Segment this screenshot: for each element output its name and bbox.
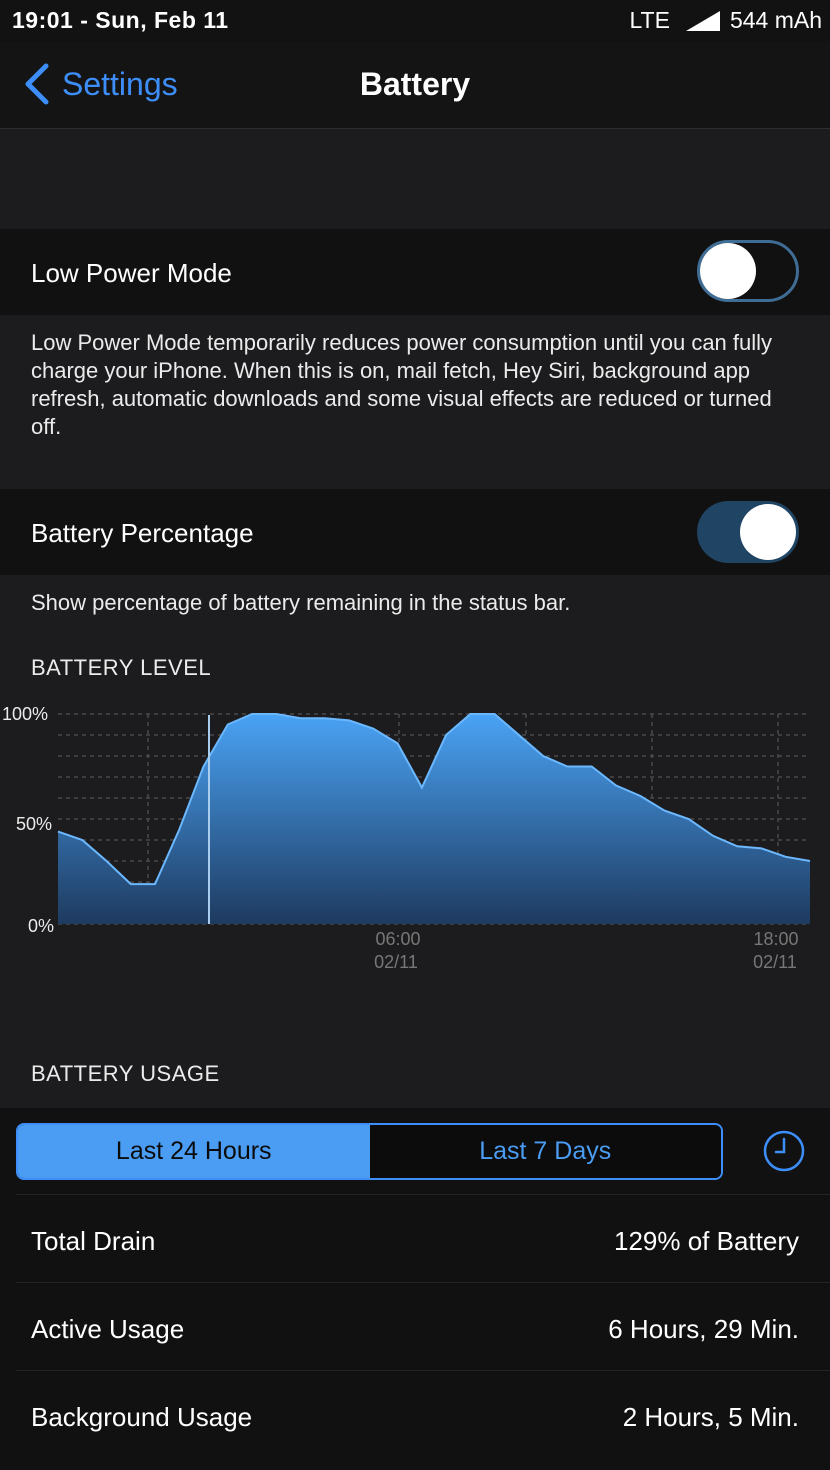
network-type: LTE	[629, 7, 670, 33]
x-tick-date: 02/11	[753, 952, 797, 972]
x-tick-time: 06:00	[375, 929, 420, 949]
segment-last-7-days[interactable]: Last 7 Days	[369, 1125, 721, 1178]
battery-percentage-cell: Battery Percentage	[0, 489, 830, 575]
time-range-segmented-control: Last 24 Hours Last 7 Days	[16, 1123, 723, 1180]
clock-icon[interactable]	[763, 1130, 805, 1172]
low-power-mode-cell: Low Power Mode	[0, 229, 830, 315]
battery-level-header: BATTERY LEVEL	[31, 655, 212, 680]
x-tick-time: 18:00	[753, 929, 798, 949]
toggle-knob	[700, 243, 756, 299]
divider	[16, 1194, 830, 1195]
divider	[16, 1282, 830, 1283]
page-title: Battery	[359, 66, 471, 102]
divider	[16, 1370, 830, 1371]
status-right: LTE 544 mAh	[629, 7, 822, 34]
active-usage-label: Active Usage	[31, 1314, 185, 1344]
total-drain-label: Total Drain	[31, 1226, 156, 1256]
battery-level-chart: 100% 50% 0% 06:00 02/11 18:00 02/11	[2, 704, 811, 972]
y-tick-label: 50%	[16, 814, 52, 834]
battery-percentage-label: Battery Percentage	[31, 518, 254, 548]
low-power-mode-label: Low Power Mode	[31, 258, 232, 288]
battery-percentage-toggle[interactable]	[697, 501, 799, 563]
active-usage-value: 6 Hours, 29 Min.	[608, 1314, 799, 1344]
navigation-bar: Settings Battery	[0, 42, 830, 129]
toggle-knob	[740, 504, 796, 560]
y-tick-label: 100%	[2, 704, 48, 724]
low-power-mode-toggle[interactable]	[697, 240, 799, 302]
y-tick-label: 0%	[28, 916, 54, 936]
x-tick-date: 02/11	[374, 952, 418, 972]
total-drain-value: 129% of Battery	[614, 1226, 799, 1256]
cellular-signal-icon	[685, 10, 720, 31]
battery-usage-header: BATTERY USAGE	[31, 1061, 220, 1086]
status-bar: 19:01 - Sun, Feb 11 LTE 544 mAh	[0, 0, 830, 42]
battery-percentage-description: Show percentage of battery remaining in …	[31, 590, 571, 615]
background-usage-label: Background Usage	[31, 1402, 253, 1432]
background-usage-value: 2 Hours, 5 Min.	[622, 1402, 799, 1432]
status-time: 19:01 - Sun, Feb 11	[12, 7, 229, 33]
low-power-mode-description: Low Power Mode temporarily reduces power…	[31, 330, 773, 439]
battery-capacity: 544 mAh	[729, 7, 822, 33]
segment-last-24-hours[interactable]: Last 24 Hours	[18, 1125, 370, 1178]
